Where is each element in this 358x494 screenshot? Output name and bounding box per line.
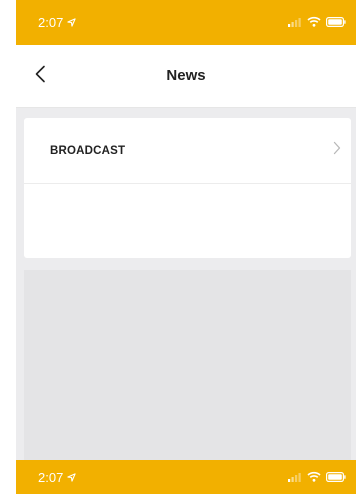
status-right <box>288 15 346 30</box>
bottom-status-bar: 2:07 <box>16 460 356 494</box>
wifi-icon <box>307 15 321 30</box>
signal-icon <box>288 470 302 485</box>
battery-icon <box>326 15 346 30</box>
bottom-status-time: 2:07 <box>38 469 64 485</box>
list-item-label: BROADCAST <box>50 144 126 157</box>
wifi-icon <box>307 470 321 485</box>
location-arrow-icon <box>67 470 76 485</box>
phone-screen: 2:07 News BROADCAST 2:07 <box>16 0 356 494</box>
content-placeholder <box>24 270 351 460</box>
bottom-status-right <box>288 470 346 485</box>
news-list-card: BROADCAST <box>24 118 351 258</box>
location-arrow-icon <box>67 15 76 30</box>
navigation-bar: News <box>16 45 356 108</box>
list-item-broadcast[interactable]: BROADCAST <box>24 118 351 184</box>
battery-icon <box>326 470 346 485</box>
status-bar: 2:07 <box>16 0 356 45</box>
status-time: 2:07 <box>38 15 64 30</box>
page-title: News <box>166 67 206 84</box>
bottom-status-left: 2:07 <box>38 470 76 485</box>
signal-icon <box>288 15 302 30</box>
chevron-right-icon <box>333 141 341 160</box>
status-left: 2:07 <box>38 15 76 30</box>
